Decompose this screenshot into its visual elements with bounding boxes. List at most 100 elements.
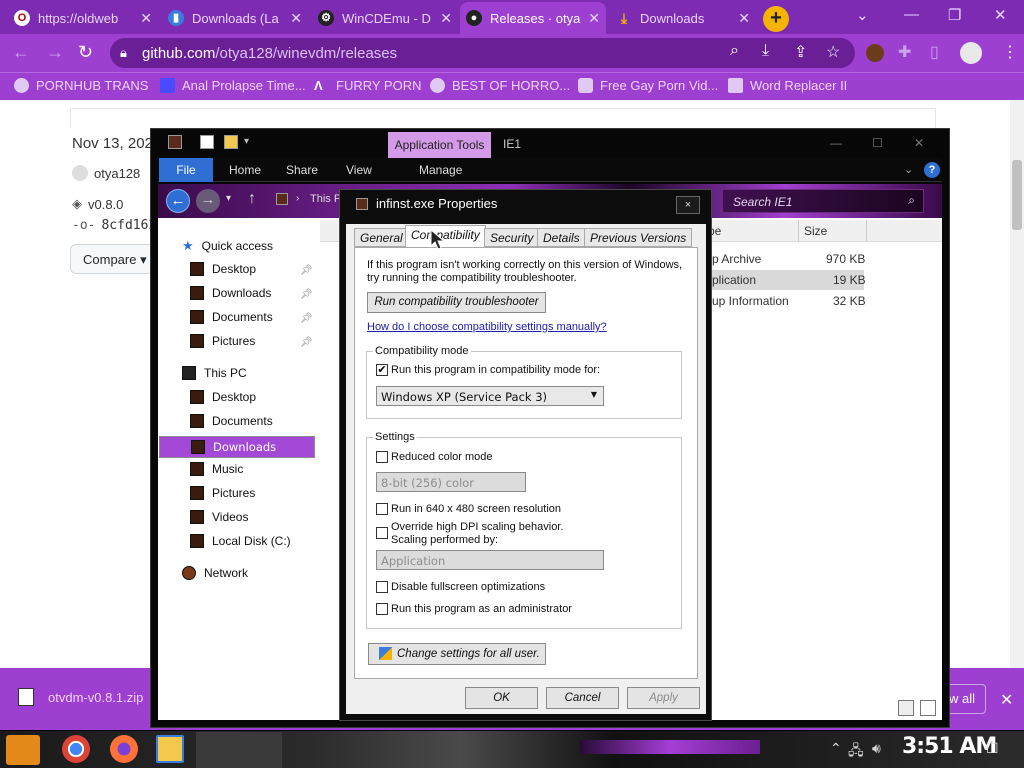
nav-network[interactable]: Network <box>182 566 248 580</box>
release-commit[interactable]: -o- 8cfd162 <box>72 218 156 233</box>
details-view-icon[interactable] <box>898 700 914 716</box>
address-bar[interactable]: github.com/otya128/winevdm/releases <box>110 38 855 68</box>
back-icon[interactable]: ← <box>12 42 30 63</box>
nav-quick-access[interactable]: ★ Quick access <box>182 238 273 254</box>
browser-tab[interactable]: ⚙ WinCDEmu - D ✕ <box>312 2 458 34</box>
lock-icon[interactable]: 🔒︎ <box>120 45 127 61</box>
tab-details[interactable]: Details <box>537 228 586 247</box>
close-tab-icon[interactable]: ✕ <box>290 10 302 27</box>
up-icon[interactable]: ↑ <box>248 190 256 208</box>
close-icon[interactable]: ✕ <box>914 136 924 150</box>
breadcrumb[interactable]: This P <box>310 193 341 205</box>
pin-icon[interactable]: 📌︎ <box>300 313 313 324</box>
browser-tab[interactable]: ⤓ Downloads ✕ <box>610 2 756 34</box>
close-tab-icon[interactable]: ✕ <box>440 10 452 27</box>
bookmark-item[interactable]: PORNHUB TRANS <box>14 78 148 93</box>
browser-tab[interactable]: ▮ Downloads (La ✕ <box>162 2 308 34</box>
scrollbar-thumb[interactable] <box>1012 160 1022 230</box>
bookmark-item[interactable]: BEST OF HORRO... <box>430 78 570 93</box>
tab-search-icon[interactable]: ⌄ <box>856 6 869 24</box>
maximize-icon[interactable]: ☐ <box>872 136 883 150</box>
apply-button[interactable]: Apply <box>627 687 700 709</box>
dpi-scaling-select[interactable]: Application <box>376 550 604 570</box>
tab-file[interactable]: File <box>159 158 213 182</box>
row-type[interactable]: p Archive <box>712 252 761 266</box>
nav-item[interactable]: Documents <box>190 414 273 428</box>
run-as-admin-checkbox[interactable] <box>376 603 388 615</box>
help-icon[interactable]: ? <box>924 162 940 178</box>
close-tab-icon[interactable]: ✕ <box>140 10 152 27</box>
new-tab-button[interactable]: + <box>763 6 789 32</box>
volume-icon[interactable]: 🔊︎ <box>872 740 881 757</box>
tab-view[interactable]: View <box>346 163 372 177</box>
tab-share[interactable]: Share <box>286 163 318 177</box>
ok-button[interactable]: OK <box>465 687 538 709</box>
compat-os-select[interactable]: Windows XP (Service Pack 3) ▼ <box>376 386 604 406</box>
expand-ribbon-icon[interactable]: ⌄ <box>904 163 913 176</box>
taskbar-clock[interactable]: 3:51 AM <box>902 734 997 759</box>
taskbar-app-slot[interactable] <box>196 732 282 768</box>
nav-item[interactable]: Documents <box>190 310 273 324</box>
install-icon[interactable]: ⤓ <box>762 42 769 60</box>
reload-icon[interactable]: ↻ <box>78 42 93 63</box>
color-depth-select[interactable]: 8-bit (256) color <box>376 472 526 492</box>
minimize-icon[interactable]: — <box>830 136 842 150</box>
release-author[interactable]: otya128 <box>72 165 140 181</box>
minimize-icon[interactable]: — <box>904 6 919 23</box>
properties-icon[interactable] <box>200 135 214 149</box>
notifications-icon[interactable]: ☐ <box>986 740 999 757</box>
column-size[interactable]: Size <box>804 224 827 238</box>
bookmark-item[interactable]: Λ FURRY PORN <box>314 78 421 93</box>
application-tools-tab[interactable]: Application Tools <box>388 132 491 160</box>
dpi-override-checkbox[interactable] <box>376 527 388 539</box>
restore-icon[interactable]: ❐ <box>948 6 961 24</box>
new-folder-icon[interactable] <box>224 135 238 149</box>
pin-icon[interactable]: 📌︎ <box>300 337 313 348</box>
network-tray-icon[interactable]: 🖧︎ <box>848 740 864 764</box>
nav-item-selected[interactable]: Downloads <box>159 436 315 458</box>
nav-item[interactable]: Downloads <box>190 286 271 300</box>
nav-item[interactable]: Music <box>190 462 243 476</box>
close-dialog-button[interactable]: × <box>676 196 700 214</box>
compare-button[interactable]: Compare ▾ <box>70 244 160 274</box>
compat-mode-checkbox[interactable]: ✔ <box>376 364 388 376</box>
release-tag[interactable]: ◈ v0.8.0 <box>72 196 123 212</box>
close-tab-icon[interactable]: ✕ <box>588 10 600 27</box>
puzzle-icon[interactable]: ✚ <box>898 42 911 62</box>
extension-avatar-icon[interactable] <box>866 44 884 62</box>
close-window-icon[interactable]: ✕ <box>994 6 1007 24</box>
back-icon[interactable]: ← <box>166 189 190 213</box>
nav-item[interactable]: Desktop <box>190 390 256 404</box>
download-item[interactable]: otvdm-v0.8.1.zip <box>18 688 143 706</box>
row-size[interactable]: 32 KB <box>833 294 866 308</box>
row-type[interactable]: plication <box>712 273 756 287</box>
chrome-icon[interactable] <box>62 735 90 763</box>
tiles-view-icon[interactable] <box>920 700 936 716</box>
tab-previous-versions[interactable]: Previous Versions <box>584 228 693 247</box>
nav-item[interactable]: Pictures <box>190 334 255 348</box>
recent-dropdown-icon[interactable]: ▾ <box>226 193 231 204</box>
nav-item[interactable]: Pictures <box>190 486 255 500</box>
quick-access-dropdown-icon[interactable]: ▾ <box>244 136 249 147</box>
chevron-up-icon[interactable]: ⌃ <box>830 740 842 757</box>
tab-manage[interactable]: Manage <box>419 163 462 177</box>
reduced-color-checkbox[interactable] <box>376 451 388 463</box>
fullscreen-opt-checkbox[interactable] <box>376 581 388 593</box>
file-explorer-icon[interactable] <box>156 735 184 763</box>
browser-tab-active[interactable]: ● Releases · otya ✕ <box>460 2 606 34</box>
row-size[interactable]: 19 KB <box>833 273 866 287</box>
profile-avatar[interactable] <box>960 42 982 64</box>
bookmark-item[interactable]: Word Replacer II <box>728 78 847 93</box>
compatibility-help-link[interactable]: How do I choose compatibility settings m… <box>367 321 607 333</box>
pin-icon[interactable]: 📌︎ <box>300 289 313 300</box>
nav-item[interactable]: Videos <box>190 510 248 524</box>
tab-security[interactable]: Security <box>484 228 540 247</box>
close-shelf-icon[interactable]: ✕ <box>1000 690 1013 710</box>
bookmark-item[interactable]: Anal Prolapse Time... <box>160 78 306 93</box>
browser-tab[interactable]: O https://oldweb ✕ <box>8 2 158 34</box>
cancel-button[interactable]: Cancel <box>546 687 619 709</box>
forward-icon[interactable]: → <box>196 189 220 213</box>
bookmark-item[interactable]: Free Gay Porn Vid... <box>578 78 718 93</box>
row-type[interactable]: up Information <box>712 294 789 308</box>
tab-general[interactable]: General <box>354 228 409 247</box>
